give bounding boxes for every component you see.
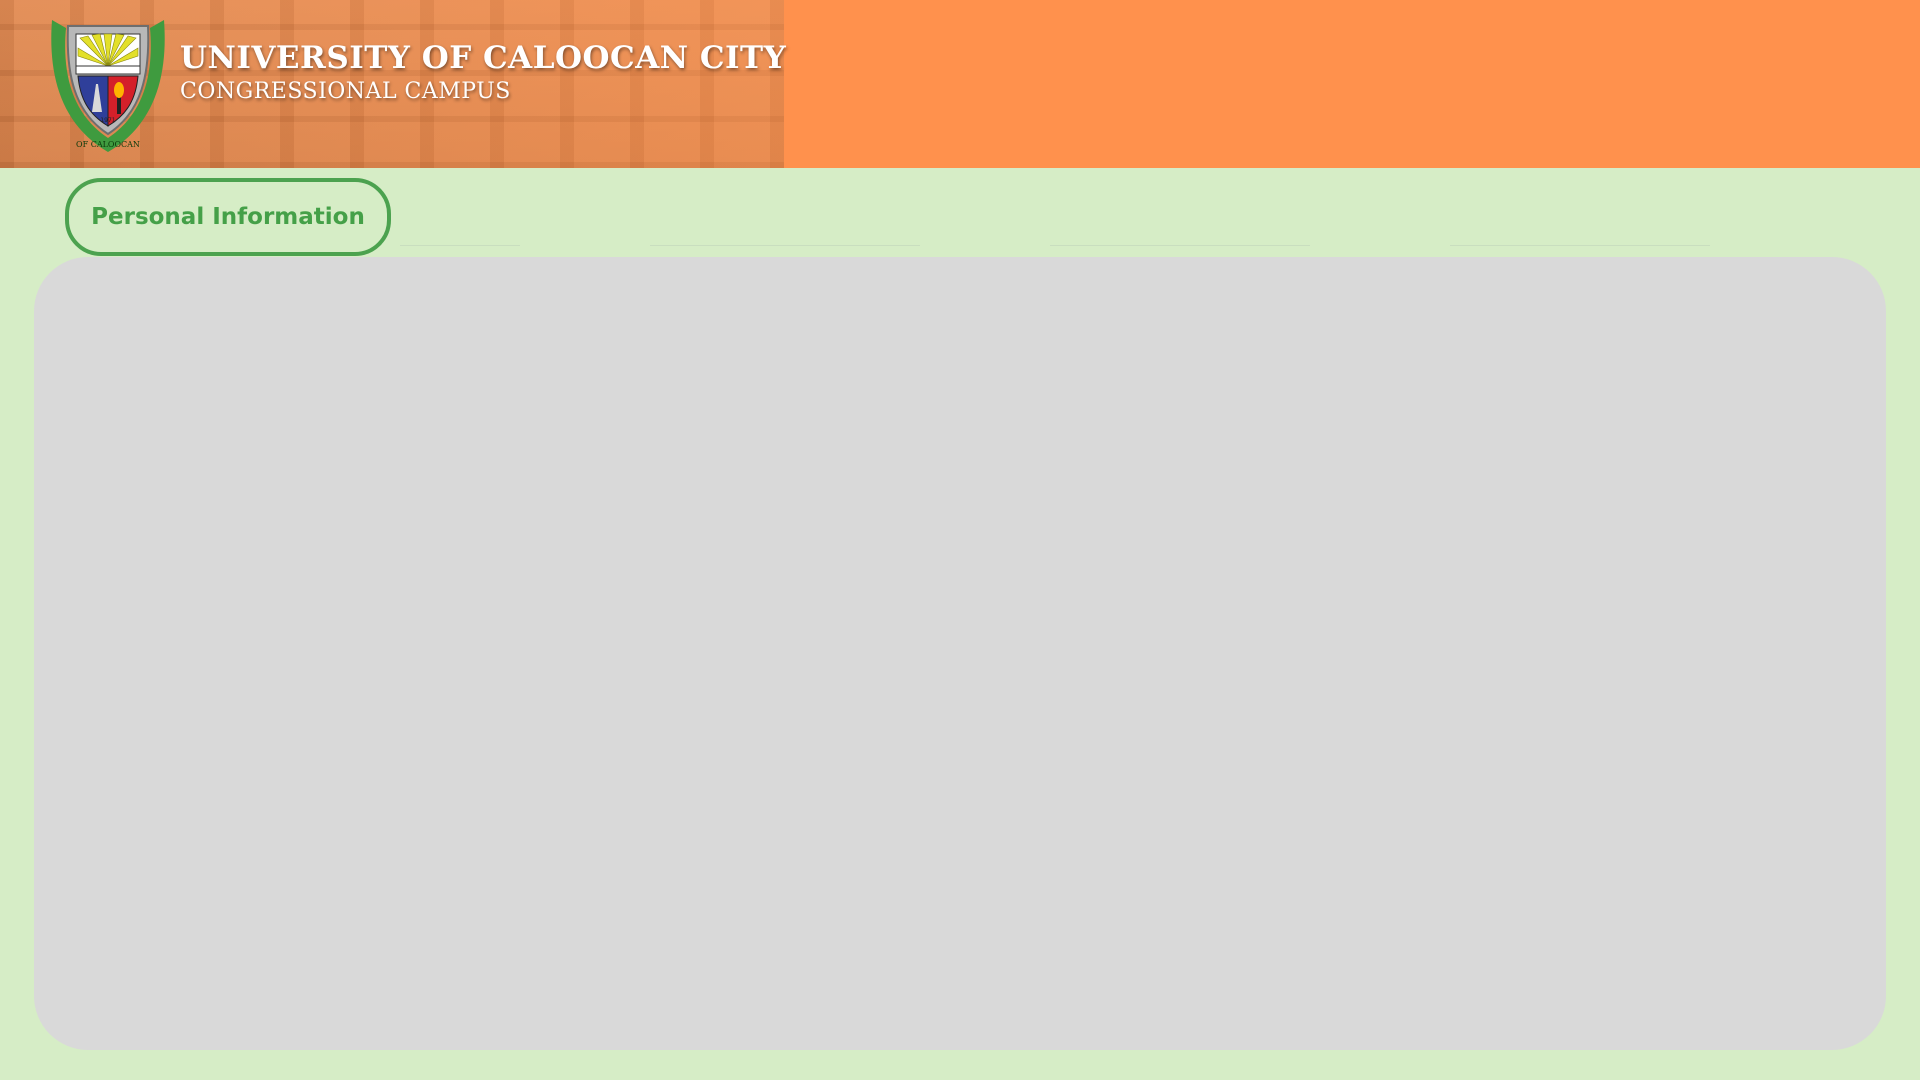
tab-divider (1050, 245, 1310, 246)
tab-divider (650, 245, 920, 246)
university-name: UNIVERSITY OF CALOOCAN CITY (180, 40, 787, 76)
header-banner: OF CALOOCAN 1971 UNIVERSITY OF CALOOCAN … (0, 0, 1920, 168)
svg-text:OF CALOOCAN: OF CALOOCAN (76, 140, 140, 149)
university-title: UNIVERSITY OF CALOOCAN CITY CONGRESSIONA… (180, 38, 786, 106)
tab-personal-information[interactable]: Personal Information (65, 178, 391, 256)
campus-name: CONGRESSIONAL CAMPUS (180, 79, 511, 104)
university-seal-logo: OF CALOOCAN 1971 (51, 20, 165, 152)
content-panel (34, 257, 1886, 1050)
svg-text:1971: 1971 (100, 117, 115, 124)
tab-divider (1450, 245, 1710, 246)
tab-divider (400, 245, 520, 246)
